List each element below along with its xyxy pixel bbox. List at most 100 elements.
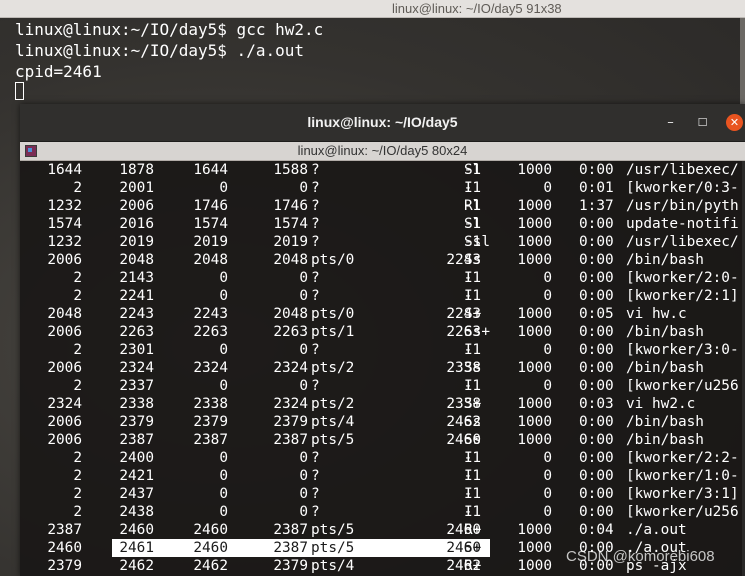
cell-pid: 2048 <box>119 252 154 268</box>
minimize-button[interactable]: – <box>662 114 679 131</box>
cell-pid: 2462 <box>119 558 154 574</box>
cell-pgid: 2379 <box>193 414 228 430</box>
close-button[interactable]: ✕ <box>726 114 743 131</box>
terminal-tab-bar[interactable]: linux@linux: ~/IO/day5 80x24 <box>20 142 745 161</box>
cell-uid: 1000 <box>517 558 552 574</box>
cell-stat: S+ <box>464 396 482 412</box>
cell-cmd: [kworker/u256 <box>626 504 739 520</box>
cell-cmd: /bin/bash <box>626 252 704 268</box>
table-row: 2006 2048 2048 2048 pts/0 2243 Ss 1000 0:00/bin/… <box>20 251 745 269</box>
cell-stat: Ssl <box>464 234 490 250</box>
cell-uid: 0 <box>543 504 552 520</box>
cell-pgid: 0 <box>219 342 228 358</box>
cell-pgid: 0 <box>219 504 228 520</box>
background-terminal-scrollbar[interactable] <box>740 18 745 114</box>
cell-time: 0:00 <box>579 234 614 250</box>
cell-cmd: /bin/bash <box>626 360 704 376</box>
cell-stat: Ss <box>464 252 482 268</box>
cell-stat: Sl <box>464 216 482 232</box>
cell-tty: ? <box>311 162 320 178</box>
cell-tty: pts/2 <box>311 360 355 376</box>
cell-tty: pts/4 <box>311 558 355 574</box>
cell-cmd: /usr/bin/pyth <box>626 198 739 214</box>
cell-stat: I <box>464 486 473 502</box>
table-row: 2 2438 0 0? -1 I 0 0:00 [kworker/u256 <box>20 503 745 521</box>
cell-ppid: 1644 <box>47 162 82 178</box>
cell-pid: 2241 <box>119 288 154 304</box>
cell-cmd: [kworker/2:1] <box>626 288 739 304</box>
cell-uid: 0 <box>543 180 552 196</box>
cell-pid: 2243 <box>119 306 154 322</box>
cell-pid: 2387 <box>119 432 154 448</box>
cell-time: 0:00 <box>579 450 614 466</box>
cell-pgid: 2460 <box>193 540 228 556</box>
cell-pgid: 2338 <box>193 396 228 412</box>
table-row: 2006 2379 2379 2379 pts/4 2462 Ss 1000 0:00/bin/… <box>20 413 745 431</box>
cell-pgid: 2048 <box>193 252 228 268</box>
cell-uid: 1000 <box>517 396 552 412</box>
cell-stat: I <box>464 468 473 484</box>
cell-uid: 1000 <box>517 252 552 268</box>
table-row: 2324 2338 2338 2324 pts/2 2338 S+ 1000 0:03 vi hw… <box>20 395 745 413</box>
cell-stat: Rl <box>464 198 482 214</box>
table-row: 2 2337 0 0? -1 I 0 0:00 [kworker/u256 <box>20 377 745 395</box>
cell-time: 0:00 <box>579 414 614 430</box>
cell-cmd: [kworker/3:0- <box>626 342 739 358</box>
cell-time: 0:03 <box>579 396 614 412</box>
cell-pid: 2263 <box>119 324 154 340</box>
cell-uid: 0 <box>543 342 552 358</box>
cell-uid: 1000 <box>517 540 552 556</box>
background-terminal-titlebar[interactable]: linux@linux: ~/IO/day5 91x38 <box>0 0 745 18</box>
cell-stat: R+ <box>464 558 482 574</box>
cell-pid: 2006 <box>119 198 154 214</box>
cell-sid: 2324 <box>273 360 308 376</box>
window-title: linux@linux: ~/IO/day5 <box>307 114 458 130</box>
cell-tty: ? <box>311 504 320 520</box>
cell-sid: 1574 <box>273 216 308 232</box>
cell-sid: 2048 <box>273 306 308 322</box>
foreground-terminal-window[interactable]: linux@linux: ~/IO/day5 – ☐ ✕ linux@linux… <box>20 104 745 576</box>
cell-time: 0:00 <box>579 360 614 376</box>
cell-pid: 2143 <box>119 270 154 286</box>
cell-ppid: 2006 <box>47 360 82 376</box>
cell-tty: pts/5 <box>311 540 355 556</box>
cell-sid: 0 <box>299 288 308 304</box>
cell-sid: 2019 <box>273 234 308 250</box>
cell-ppid: 2 <box>73 270 82 286</box>
watermark-text: CSDN @komorebi608 <box>566 548 715 565</box>
table-row: 2 2241 0 0? -1 I 0 0:00 [kworker/2:1] <box>20 287 745 305</box>
cell-pid: 2460 <box>119 522 154 538</box>
cell-ppid: 2460 <box>47 540 82 556</box>
cell-sid: 0 <box>299 468 308 484</box>
table-row: 2 2301 0 0? -1 I 0 0:00 [kworker/3:0- <box>20 341 745 359</box>
maximize-button[interactable]: ☐ <box>694 114 711 131</box>
cell-pgid: 2460 <box>193 522 228 538</box>
cell-stat: I <box>464 180 473 196</box>
cell-tty: pts/5 <box>311 522 355 538</box>
cell-sid: 2379 <box>273 414 308 430</box>
cell-ppid: 2 <box>73 288 82 304</box>
foreground-terminal-header[interactable]: linux@linux: ~/IO/day5 – ☐ ✕ <box>20 104 745 142</box>
cell-tty: pts/5 <box>311 432 355 448</box>
cell-pid: 2379 <box>119 414 154 430</box>
cell-stat: I <box>464 378 473 394</box>
table-row: 1574 2016 1574 1574? -1 Sl 1000 0:00 update-noti… <box>20 215 745 233</box>
cell-stat: R+ <box>464 522 482 538</box>
cell-uid: 0 <box>543 468 552 484</box>
cell-tty: ? <box>311 468 320 484</box>
cell-pgid: 2387 <box>193 432 228 448</box>
cell-pid: 2337 <box>119 378 154 394</box>
cell-uid: 0 <box>543 486 552 502</box>
cell-pid: 2400 <box>119 450 154 466</box>
cell-pgid: 2263 <box>193 324 228 340</box>
cell-stat: I <box>464 342 473 358</box>
table-row: 2 2437 0 0? -1 I 0 0:00 [kworker/3:1] <box>20 485 745 503</box>
cell-sid: 0 <box>299 486 308 502</box>
cell-ppid: 1232 <box>47 198 82 214</box>
cell-stat: Ss+ <box>464 324 490 340</box>
cell-sid: 2387 <box>273 540 308 556</box>
cell-sid: 0 <box>299 180 308 196</box>
cell-ppid: 2 <box>73 486 82 502</box>
cell-ppid: 2006 <box>47 414 82 430</box>
cell-ppid: 1232 <box>47 234 82 250</box>
